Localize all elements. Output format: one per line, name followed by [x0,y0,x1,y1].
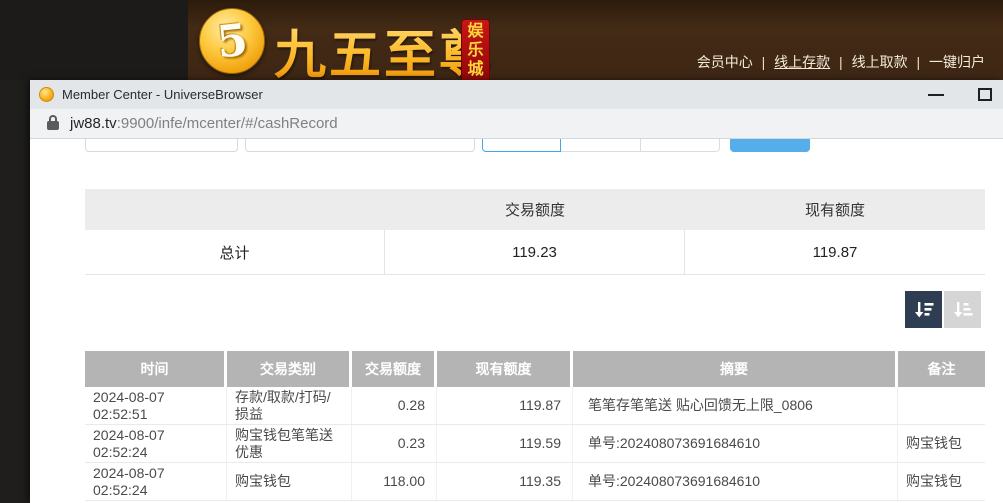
summary-total-transaction-amount: 119.23 [385,230,685,274]
summary-header-transaction-amount: 交易额度 [385,189,685,230]
cell-time: 2024-08-07 02:52:24 [85,463,227,500]
query-input-2[interactable] [245,139,475,152]
quick-range-segments [482,139,720,152]
nav-online-withdraw[interactable]: 线上取款 [852,54,908,70]
query-submit-button[interactable] [730,139,810,152]
maximize-icon[interactable] [978,88,992,101]
sort-ascending-button[interactable] [944,291,981,328]
segment-option-1[interactable] [482,139,561,152]
nav-online-deposit[interactable]: 线上存款 [774,54,830,70]
cell-remark: 购宝钱包 [898,463,985,500]
table-row: 2024-08-07 02:52:24 购宝钱包笔笔送优惠 0.23 119.5… [85,425,985,463]
cell-category: 存款/取款/打码/损益 [227,387,352,424]
url-text[interactable]: jw88.tv:9900/infe/mcenter/#/cashRecord [70,115,338,132]
summary-total-label: 总计 [85,230,385,274]
cell-amount: 0.28 [352,387,437,424]
table-row: 2024-08-07 02:52:51 存款/取款/打码/损益 0.28 119… [85,387,985,425]
col-header-balance: 现有额度 [437,351,573,387]
col-header-amount: 交易额度 [352,351,437,387]
sort-controls [905,291,981,328]
summary-header-row: 交易额度 现有额度 [85,189,985,230]
banner-left-filler [0,0,188,80]
nav-separator: | [762,54,766,70]
cell-amount: 0.23 [352,425,437,462]
col-header-remark: 备注 [898,351,985,387]
favicon-icon [39,87,54,102]
cell-summary: 笔笔存笔笔送 贴心回馈无上限_0806 [573,387,898,424]
cell-balance: 119.59 [437,425,573,462]
browser-window: Member Center - UniverseBrowser jw88.tv:… [30,80,1003,503]
nav-separator: | [839,54,843,70]
lock-icon [47,121,59,130]
summary-header-current-balance: 现有额度 [685,189,985,230]
url-bar[interactable]: jw88.tv:9900/infe/mcenter/#/cashRecord [30,109,1003,139]
col-header-summary: 摘要 [573,351,898,387]
cell-summary: 单号:202408073691684610 [573,463,898,500]
url-domain: jw88.tv [70,115,117,132]
col-header-category: 交易类别 [227,351,352,387]
query-input-1[interactable] [85,139,238,152]
sort-descending-button[interactable] [905,291,942,328]
window-title-bar[interactable]: Member Center - UniverseBrowser [30,80,1003,109]
segment-option-2[interactable] [561,139,640,152]
sort-descending-icon [912,298,936,322]
cell-summary: 单号:202408073691684610 [573,425,898,462]
cell-time: 2024-08-07 02:52:51 [85,387,227,424]
col-header-time: 时间 [85,351,227,387]
window-title: Member Center - UniverseBrowser [62,87,263,102]
records-table: 时间 交易类别 交易额度 现有额度 摘要 备注 2024-08-07 02:52… [85,351,985,501]
nav-separator: | [916,54,920,70]
segment-option-3[interactable] [641,139,720,152]
records-header-row: 时间 交易类别 交易额度 现有额度 摘要 备注 [85,351,985,387]
brand-logo-icon: 5 [199,8,265,74]
nav-one-key-transfer[interactable]: 一键归户 [929,54,985,70]
cell-balance: 119.35 [437,463,573,500]
cell-time: 2024-08-07 02:52:24 [85,425,227,462]
summary-total-current-balance: 119.87 [685,230,985,274]
site-banner: 5 九五至尊 娱乐城 会员中心 | 线上存款 | 线上取款 | 一键归户 [0,0,1003,80]
minimize-icon[interactable] [928,94,944,96]
cell-category: 购宝钱包笔笔送优惠 [227,425,352,462]
cell-remark: 购宝钱包 [898,425,985,462]
cell-balance: 119.87 [437,387,573,424]
banner-nav: 会员中心 | 线上存款 | 线上取款 | 一键归户 [692,52,990,72]
url-path: :9900/infe/mcenter/#/cashRecord [117,115,338,132]
cell-remark [898,387,985,424]
summary-header-empty [85,189,385,230]
sort-ascending-icon [951,298,975,322]
page-content: 交易额度 现有额度 总计 119.23 119.87 [30,139,1003,503]
nav-member-center[interactable]: 会员中心 [697,54,753,70]
cell-amount: 118.00 [352,463,437,500]
logo-mark: 5 [214,14,250,68]
summary-table: 交易额度 现有额度 总计 119.23 119.87 [85,189,985,275]
cell-category: 购宝钱包 [227,463,352,500]
table-row: 2024-08-07 02:52:24 购宝钱包 118.00 119.35 单… [85,463,985,501]
summary-total-row: 总计 119.23 119.87 [85,230,985,275]
